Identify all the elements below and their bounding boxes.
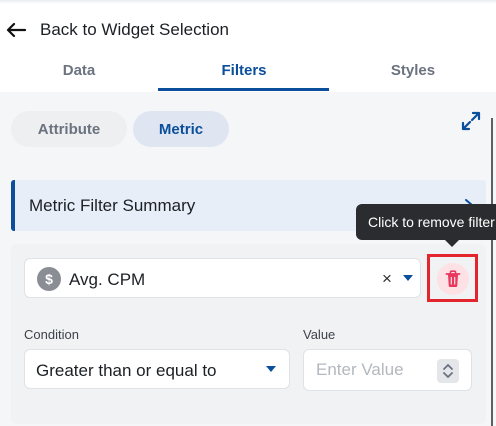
condition-value: Greater than or equal to (36, 361, 217, 380)
remove-filter-tooltip: Click to remove filter (356, 204, 496, 240)
metric-value: Avg. CPM (69, 270, 146, 289)
remove-filter-button[interactable] (427, 254, 478, 302)
filter-type-attribute[interactable]: Attribute (11, 111, 127, 147)
value-field[interactable] (303, 349, 472, 391)
delete-icon-background[interactable] (437, 263, 469, 295)
dollar-icon: $ (37, 267, 61, 291)
summary-label: Metric Filter Summary (29, 196, 196, 215)
filter-type-metric[interactable]: Metric (133, 111, 229, 147)
active-tab-indicator (158, 88, 329, 91)
tab-data[interactable]: Data (0, 48, 158, 92)
top-shadow (0, 0, 496, 4)
chevron-down-icon[interactable] (266, 366, 276, 372)
tooltip-arrow (445, 240, 459, 247)
value-input[interactable] (304, 350, 429, 390)
chevron-down-icon[interactable] (403, 275, 413, 281)
stepper-icon[interactable] (437, 359, 459, 383)
condition-select[interactable]: Greater than or equal to (24, 349, 290, 389)
metric-select[interactable]: $ Avg. CPM × (24, 258, 421, 298)
arrow-left-icon[interactable] (6, 20, 26, 40)
back-to-widget-selection-link[interactable]: Back to Widget Selection (6, 18, 229, 42)
tab-filters[interactable]: Filters (158, 48, 330, 92)
tab-bar: Data Filters Styles (0, 48, 496, 92)
tab-styles[interactable]: Styles (330, 48, 496, 92)
value-label: Value (303, 327, 336, 342)
trash-icon[interactable] (445, 270, 461, 288)
scrollbar[interactable] (491, 118, 493, 426)
condition-label: Condition (24, 327, 79, 342)
clear-icon[interactable]: × (380, 269, 394, 288)
back-label[interactable]: Back to Widget Selection (40, 20, 229, 40)
expand-icon[interactable] (460, 110, 482, 132)
